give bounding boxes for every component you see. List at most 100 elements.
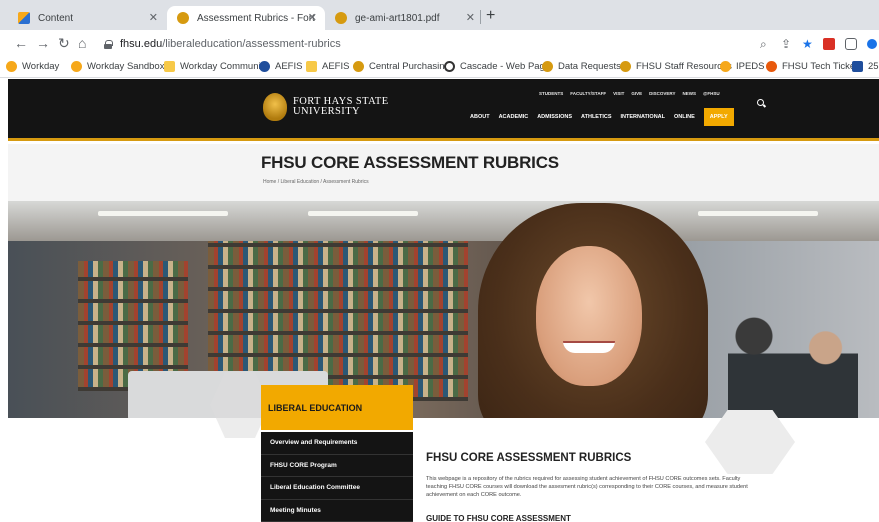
home-icon[interactable]: ⌂ — [78, 36, 86, 50]
sidebar-menu: Overview and Requirements FHSU CORE Prog… — [261, 432, 413, 522]
bookmark-tech-tickets[interactable]: FHSU Tech Tickets — [766, 61, 863, 72]
content-heading: FHSU CORE ASSESSMENT RUBRICS — [426, 452, 632, 464]
util-nav-students[interactable]: STUDENTS — [539, 91, 563, 96]
aefis-icon — [259, 61, 270, 72]
util-nav-give[interactable]: GIVE — [631, 91, 642, 96]
new-tab-button[interactable]: + — [486, 7, 495, 25]
bookmark-aefis-2[interactable]: AEFIS — [306, 61, 349, 72]
bookmark-label: Central Purchasing — [369, 61, 450, 72]
reload-icon[interactable]: ↻ — [58, 36, 70, 50]
zoom-icon[interactable]: ⌕ — [760, 37, 767, 52]
fhsu-favicon-icon — [177, 12, 189, 24]
hero-person-face — [536, 246, 642, 386]
search-icon[interactable] — [757, 99, 764, 106]
browser-toolbar: ← → ↻ ⌂ fhsu.edu /liberaleducation/asses… — [0, 30, 879, 58]
bookmark-label: FHSU Tech Tickets — [782, 61, 863, 72]
lock-icon — [104, 39, 113, 49]
bookmark-label: 25L — [868, 61, 879, 72]
bookmark-workday-community[interactable]: Workday Community — [164, 61, 268, 72]
logo-wordmark: FORT HAYS STATE UNIVERSITY — [293, 96, 389, 117]
nav-academic[interactable]: ACADEMIC — [499, 114, 529, 120]
fhsu-icon — [542, 61, 553, 72]
hero-background-people — [728, 301, 858, 418]
fhsu-favicon-icon — [335, 12, 347, 24]
bookmark-workday[interactable]: Workday — [6, 61, 59, 72]
tab-content[interactable]: Content ✕ — [8, 6, 166, 30]
sidebar-item-overview[interactable]: Overview and Requirements — [261, 432, 413, 455]
workday-icon — [71, 61, 82, 72]
folder-icon — [306, 61, 317, 72]
bookmark-staff-resources[interactable]: FHSU Staff Resources — [620, 61, 732, 72]
bookmark-central-purchasing[interactable]: Central Purchasing — [353, 61, 450, 72]
util-nav-at-fhsu[interactable]: @FHSU — [703, 91, 720, 96]
util-nav-discovery[interactable]: DISCOVERY — [649, 91, 675, 96]
logo-line-2: UNIVERSITY — [293, 106, 360, 117]
hero-light — [698, 211, 818, 216]
sidebar-item-meeting-minutes[interactable]: Meeting Minutes — [261, 500, 413, 522]
nav-about[interactable]: ABOUT — [470, 114, 490, 120]
bookmark-cascade[interactable]: Cascade - Web Pag... — [444, 61, 553, 72]
bookmark-label: AEFIS — [275, 61, 303, 72]
back-arrow-icon[interactable]: ← — [14, 36, 28, 50]
bookmark-25l[interactable]: 25L — [852, 61, 879, 72]
tab-assessment-rubrics[interactable]: Assessment Rubrics - Fort Hays S ✕ — [167, 6, 325, 30]
bookmark-aefis[interactable]: AEFIS — [259, 61, 302, 72]
forward-arrow-icon[interactable]: → — [36, 36, 50, 50]
utility-nav: STUDENTS FACULTY/STAFF VISIT GIVE DISCOV… — [539, 91, 720, 96]
acrobat-extension-icon[interactable] — [823, 38, 835, 50]
folder-icon — [164, 61, 175, 72]
util-nav-faculty-staff[interactable]: FACULTY/STAFF — [570, 91, 606, 96]
ipeds-icon — [720, 61, 731, 72]
close-tab-icon[interactable]: ✕ — [466, 11, 475, 24]
bookmark-label: IPEDS — [736, 61, 765, 72]
workday-icon — [6, 61, 17, 72]
content-subheading: GUIDE TO FHSU CORE ASSESSMENT — [426, 514, 571, 522]
url-path: /liberaleducation/assessment-rubrics — [162, 38, 341, 50]
extension-icon[interactable] — [845, 38, 857, 50]
sidebar-heading-block: LIBERAL EDUCATION — [261, 385, 413, 430]
tab-title: Assessment Rubrics - Fort Hays S — [197, 12, 315, 24]
page-title: FHSU CORE ASSESSMENT RUBRICS — [261, 153, 559, 172]
address-bar[interactable]: fhsu.edu /liberaleducation/assessment-ru… — [104, 34, 804, 54]
bookmark-ipeds[interactable]: IPEDS — [720, 61, 765, 72]
hero-person-smile — [563, 341, 615, 353]
apply-button[interactable]: APPLY — [703, 108, 734, 126]
hero-light — [98, 211, 228, 216]
bookmarks-bar: Workday Workday Sandbox Workday Communit… — [0, 58, 879, 78]
close-tab-icon[interactable]: ✕ — [308, 11, 317, 24]
content-paragraph: This webpage is a repository of the rubr… — [426, 476, 748, 499]
nav-admissions[interactable]: ADMISSIONS — [537, 114, 572, 120]
fhsu-logo[interactable]: FORT HAYS STATE UNIVERSITY — [263, 93, 389, 121]
url-host: fhsu.edu — [120, 38, 163, 50]
bookmark-star-icon[interactable]: ★ — [802, 37, 813, 51]
sidebar-item-core-program[interactable]: FHSU CORE Program — [261, 455, 413, 477]
bookmark-label: Workday Sandbox — [87, 61, 165, 72]
breadcrumb[interactable]: Home / Liberal Education / Assessment Ru… — [263, 179, 369, 185]
nav-international[interactable]: INTERNATIONAL — [621, 114, 666, 120]
nav-athletics[interactable]: ATHLETICS — [581, 114, 611, 120]
hero-image — [8, 201, 879, 418]
close-tab-icon[interactable]: ✕ — [149, 11, 158, 24]
browser-tabstrip: Content ✕ Assessment Rubrics - Fort Hays… — [0, 0, 879, 30]
bookmark-label: FHSU Staff Resources — [636, 61, 732, 72]
util-nav-news[interactable]: NEWS — [682, 91, 696, 96]
bookmark-label: Cascade - Web Pag... — [460, 61, 553, 72]
sidebar-item-committee[interactable]: Liberal Education Committee — [261, 477, 413, 500]
tab-title: ge-ami-art1801.pdf — [355, 12, 440, 24]
bookmark-workday-sandbox[interactable]: Workday Sandbox — [71, 61, 164, 72]
page-title-band: FHSU CORE ASSESSMENT RUBRICS Home / Libe… — [8, 144, 879, 201]
site-header: FORT HAYS STATE UNIVERSITY STUDENTS FACU… — [8, 79, 879, 141]
nav-online[interactable]: ONLINE — [674, 114, 695, 120]
tickets-icon — [766, 61, 777, 72]
share-icon[interactable]: ⇪ — [781, 37, 791, 51]
bookmark-label: Data Requests — [558, 61, 621, 72]
bookmark-data-requests[interactable]: Data Requests — [542, 61, 621, 72]
profile-icon[interactable] — [867, 39, 877, 49]
decorative-hexagon — [705, 410, 795, 474]
util-nav-visit[interactable]: VISIT — [613, 91, 624, 96]
tab-pdf[interactable]: ge-ami-art1801.pdf ✕ — [325, 6, 483, 30]
tab-separator — [480, 10, 481, 24]
fhsu-icon — [620, 61, 631, 72]
content-favicon-icon — [18, 12, 30, 24]
cascade-icon — [444, 61, 455, 72]
